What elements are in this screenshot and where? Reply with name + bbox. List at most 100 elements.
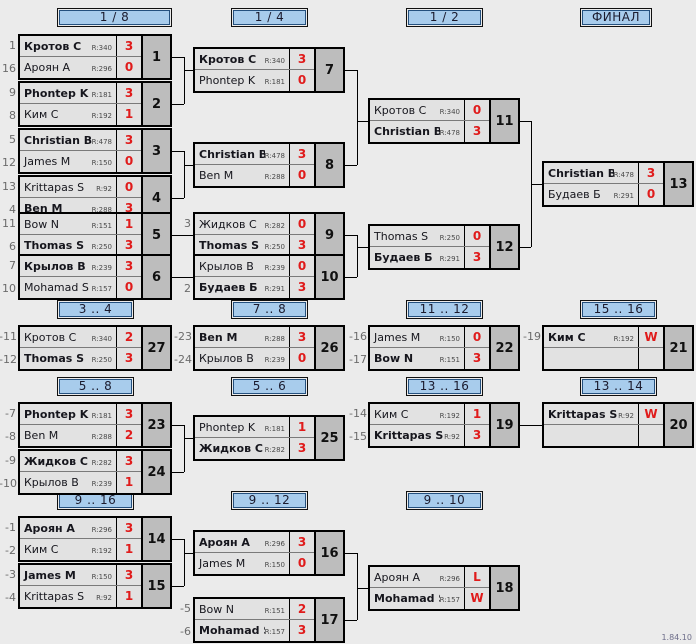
player-row[interactable]: Thomas S R:250 3: [20, 348, 141, 369]
player-rating: R:192: [439, 411, 460, 420]
match-seed-numbers: 98: [0, 81, 16, 127]
player-row[interactable]: Кротов С R:340 3: [195, 49, 314, 70]
player-row[interactable]: Будаев Б R:291 3: [370, 247, 489, 268]
player-row[interactable]: Christian B R:478 3: [20, 130, 141, 151]
match-box[interactable]: James M R:150 0 Bow N R:151 3 22: [368, 325, 520, 371]
match-box[interactable]: Phontep K R:181 3 Ким С R:192 1 2: [18, 81, 172, 127]
player-row[interactable]: Ароян А R:296 0: [20, 57, 141, 78]
player-row[interactable]: Mohamad S R:157 W: [370, 588, 489, 609]
player-row[interactable]: Будаев Б R:291 0: [544, 184, 663, 205]
player-row[interactable]: James M R:150 3: [20, 565, 141, 586]
player-row[interactable]: James M R:150 0: [370, 327, 489, 348]
match-box[interactable]: Ароян А R:296 L Mohamad S R:157 W 18: [368, 565, 520, 611]
player-row[interactable]: Крылов В R:239 1: [20, 472, 141, 493]
player-row[interactable]: James M R:150 0: [195, 553, 314, 574]
player-row[interactable]: Bow N R:151 3: [370, 348, 489, 369]
player-name: Жидков С: [199, 442, 263, 455]
seed-number: 9: [9, 86, 16, 99]
player-row[interactable]: Ким С R:192 W: [544, 327, 663, 348]
player-row[interactable]: Кротов С R:340 0: [370, 100, 489, 121]
match-box[interactable]: Жидков С R:282 0 Thomas S R:250 3 9: [193, 212, 345, 258]
player-row[interactable]: Krittapas S R:92 0: [20, 177, 141, 198]
player-name: James M: [374, 330, 421, 344]
player-row[interactable]: Кротов С R:340 2: [20, 327, 141, 348]
match-box[interactable]: James M R:150 3 Krittapas S R:92 1 15: [18, 563, 172, 609]
player-row[interactable]: Thomas S R:250 3: [20, 235, 141, 256]
player-row[interactable]: Кротов С R:340 3: [20, 36, 141, 57]
player-row[interactable]: Thomas S R:250 0: [370, 226, 489, 247]
match-box[interactable]: Phontep K R:181 3 Ben M R:288 2 23: [18, 402, 172, 448]
player-row[interactable]: Будаев Б R:291 3: [195, 277, 314, 298]
match-box[interactable]: Ким С R:192 1 Krittapas S R:92 3 19: [368, 402, 520, 448]
player-row[interactable]: Mohamad S R:157 0: [20, 277, 141, 298]
player-row[interactable]: Ким С R:192 1: [370, 404, 489, 425]
player-row[interactable]: James M R:150 0: [20, 151, 141, 172]
player-row[interactable]: [544, 348, 663, 369]
player-row[interactable]: Krittapas S R:92 W: [544, 404, 663, 425]
player-row[interactable]: Krittapas S R:92 3: [370, 425, 489, 446]
match-box[interactable]: Кротов С R:340 2 Thomas S R:250 3 27: [18, 325, 172, 371]
player-row[interactable]: Крылов В R:239 3: [20, 256, 141, 277]
player-row[interactable]: Ben M R:288 2: [20, 425, 141, 446]
player-score: 0: [289, 214, 314, 234]
player-row[interactable]: Ben M R:288 0: [195, 165, 314, 186]
match-box[interactable]: Ароян А R:296 3 Ким С R:192 1 14: [18, 516, 172, 562]
player-row[interactable]: Phontep K R:181 3: [20, 83, 141, 104]
match-box[interactable]: Кротов С R:340 3 Phontep K R:181 0 7: [193, 47, 345, 93]
player-name: Bow N: [24, 217, 59, 231]
match-box[interactable]: Жидков С R:282 3 Крылов В R:239 1 24: [18, 449, 172, 495]
match-box[interactable]: Ароян А R:296 3 James M R:150 0 16: [193, 530, 345, 576]
player-rating: R:291: [439, 255, 460, 263]
match-box[interactable]: Кротов С R:340 3 Ароян А R:296 0 1: [18, 34, 172, 80]
player-row[interactable]: Bow N R:151 2: [195, 599, 314, 620]
match-seed-numbers: -9 -10: [0, 449, 17, 495]
match-box[interactable]: Ким С R:192 W 21: [542, 325, 694, 371]
player-rating: R:150: [91, 572, 112, 581]
match-box[interactable]: Thomas S R:250 0 Будаев Б R:291 3 12: [368, 224, 520, 270]
player-row[interactable]: Christian B R:478 3: [195, 144, 314, 165]
match-box[interactable]: Bow N R:151 1 Thomas S R:250 3 5: [18, 212, 172, 258]
player-row[interactable]: Ароян А R:296 3: [195, 532, 314, 553]
player-row[interactable]: Ким С R:192 1: [20, 104, 141, 125]
match-box[interactable]: Christian B R:478 3 Будаев Б R:291 0 13: [542, 161, 694, 207]
player-row[interactable]: Phontep K R:181 1: [195, 417, 314, 438]
player-row[interactable]: Ben M R:288 3: [195, 327, 314, 348]
player-row[interactable]: Жидков С R:282 3: [195, 438, 314, 459]
match-box[interactable]: Кротов С R:340 0 Christian B R:478 3 11: [368, 98, 520, 144]
match-box[interactable]: Christian B R:478 3 Ben M R:288 0 8: [193, 142, 345, 188]
match-box[interactable]: Bow N R:151 2 Mohamad S R:157 3 17: [193, 597, 345, 643]
match-box[interactable]: Christian B R:478 3 James M R:150 0 3: [18, 128, 172, 174]
match-box[interactable]: Phontep K R:181 1 Жидков С R:282 3 25: [193, 415, 345, 461]
match-box[interactable]: Ben M R:288 3 Крылов В R:239 0 26: [193, 325, 345, 371]
player-score: 2: [116, 327, 141, 347]
player-row[interactable]: Bow N R:151 1: [20, 214, 141, 235]
player-score: 0: [289, 256, 314, 276]
player-row[interactable]: Mohamad S R:157 3: [195, 620, 314, 641]
player-row[interactable]: [544, 425, 663, 446]
player-row[interactable]: Жидков С R:282 3: [20, 451, 141, 472]
player-row[interactable]: Ароян А R:296 L: [370, 567, 489, 588]
seed-number: -19: [523, 330, 541, 343]
player-name: Крылов В: [199, 259, 254, 273]
player-row[interactable]: Крылов В R:239 0: [195, 348, 314, 369]
player-row[interactable]: Жидков С R:282 0: [195, 214, 314, 235]
player-row[interactable]: Ким С R:192 1: [20, 539, 141, 560]
match-box[interactable]: Krittapas S R:92 W 20: [542, 402, 694, 448]
player-name: Крылов В: [24, 259, 86, 273]
player-row[interactable]: Christian B R:478 3: [544, 163, 663, 184]
seed-number: 10: [2, 282, 16, 295]
match-seed-numbers: 116: [0, 212, 16, 258]
player-score: 3: [116, 83, 141, 103]
match-box[interactable]: Крылов В R:239 0 Будаев Б R:291 3 10: [193, 254, 345, 300]
seed-number: 3: [184, 217, 191, 230]
player-row[interactable]: Ароян А R:296 3: [20, 518, 141, 539]
player-row[interactable]: Крылов В R:239 0: [195, 256, 314, 277]
match-box[interactable]: Крылов В R:239 3 Mohamad S R:157 0 6: [18, 254, 172, 300]
player-row[interactable]: Christian B R:478 3: [370, 121, 489, 142]
player-score: 1: [116, 586, 141, 607]
player-row[interactable]: Krittapas S R:92 1: [20, 586, 141, 607]
match-number: 25: [314, 417, 343, 459]
player-row[interactable]: Thomas S R:250 3: [195, 235, 314, 256]
player-row[interactable]: Phontep K R:181 0: [195, 70, 314, 91]
player-row[interactable]: Phontep K R:181 3: [20, 404, 141, 425]
